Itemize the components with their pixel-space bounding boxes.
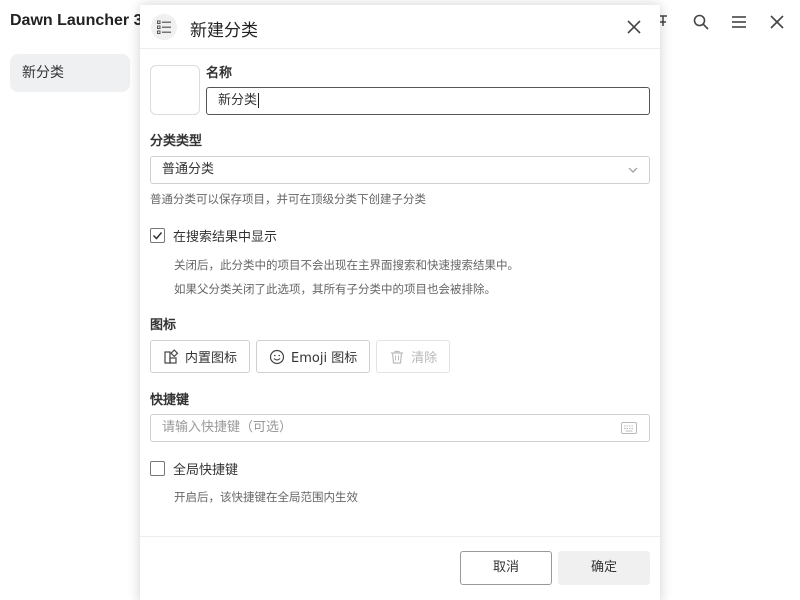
icon-preview[interactable] bbox=[150, 65, 200, 115]
icon-button-group: 内置图标 Emoji 图标 清除 bbox=[150, 340, 451, 373]
keyboard-icon bbox=[621, 422, 637, 434]
dialog-header: 新建分类 bbox=[140, 5, 660, 49]
shortcut-label: 快捷键 bbox=[150, 393, 190, 408]
builtin-icon-label: 内置图标 bbox=[185, 351, 238, 366]
builtin-icon-button[interactable]: 内置图标 bbox=[150, 340, 251, 373]
trash-icon bbox=[391, 350, 404, 364]
new-category-dialog: 新建分类 名称 新分类 分类类型 普通分类 普通分类可以保存项目，并可在顶级分类… bbox=[140, 5, 660, 600]
emoji-icon-button[interactable]: Emoji 图标 bbox=[256, 340, 371, 373]
smiley-icon bbox=[269, 349, 285, 364]
category-type-help: 普通分类可以保存项目，并可在顶级分类下创建子分类 bbox=[150, 192, 426, 206]
emoji-icon-label: Emoji 图标 bbox=[291, 351, 358, 366]
global-shortcut-help: 开启后，该快捷键在全局范围内生效 bbox=[174, 490, 358, 504]
category-list-icon bbox=[151, 14, 177, 40]
app-title: Dawn Launcher 3 bbox=[10, 12, 143, 29]
sidebar-item-category[interactable]: 新分类 bbox=[10, 54, 130, 92]
dialog-footer: 取消 确定 bbox=[140, 536, 660, 600]
clear-label: 清除 bbox=[411, 351, 438, 366]
text-caret bbox=[258, 93, 260, 108]
global-shortcut-row[interactable]: 全局快捷键 bbox=[150, 459, 238, 478]
show-in-search-label: 在搜索结果中显示 bbox=[173, 230, 278, 245]
dialog-title: 新建分类 bbox=[190, 21, 258, 41]
category-type-value: 普通分类 bbox=[162, 162, 215, 177]
clear-icon-button[interactable]: 清除 bbox=[376, 340, 451, 373]
category-type-label: 分类类型 bbox=[150, 134, 203, 149]
app-toolbar bbox=[652, 11, 788, 33]
shortcut-input[interactable]: 请输入快捷键（可选） bbox=[150, 414, 650, 442]
show-in-search-checkbox[interactable] bbox=[150, 228, 165, 243]
category-type-select[interactable]: 普通分类 bbox=[150, 156, 650, 184]
shapes-icon bbox=[164, 348, 179, 364]
search-icon[interactable] bbox=[690, 11, 712, 33]
shortcut-placeholder: 请输入快捷键（可选） bbox=[162, 420, 293, 435]
name-input[interactable]: 新分类 bbox=[206, 87, 650, 115]
close-icon bbox=[627, 20, 641, 34]
app-close-icon[interactable] bbox=[766, 11, 788, 33]
icon-section-label: 图标 bbox=[150, 318, 177, 333]
chevron-down-icon bbox=[628, 167, 638, 173]
check-icon bbox=[152, 232, 163, 240]
ok-button[interactable]: 确定 bbox=[558, 551, 650, 585]
show-in-search-help-1: 关闭后，此分类中的项目不会出现在主界面搜索和快速搜索结果中。 bbox=[174, 258, 519, 272]
dialog-close-button[interactable] bbox=[624, 17, 644, 37]
global-shortcut-checkbox[interactable] bbox=[150, 461, 165, 476]
global-shortcut-label: 全局快捷键 bbox=[173, 463, 239, 478]
cancel-button[interactable]: 取消 bbox=[460, 551, 552, 585]
show-in-search-row[interactable]: 在搜索结果中显示 bbox=[150, 226, 277, 245]
show-in-search-help-2: 如果父分类关闭了此选项，其所有子分类中的项目也会被排除。 bbox=[174, 282, 496, 296]
name-input-value: 新分类 bbox=[218, 93, 258, 108]
menu-icon[interactable] bbox=[728, 11, 750, 33]
name-label: 名称 bbox=[206, 66, 233, 81]
